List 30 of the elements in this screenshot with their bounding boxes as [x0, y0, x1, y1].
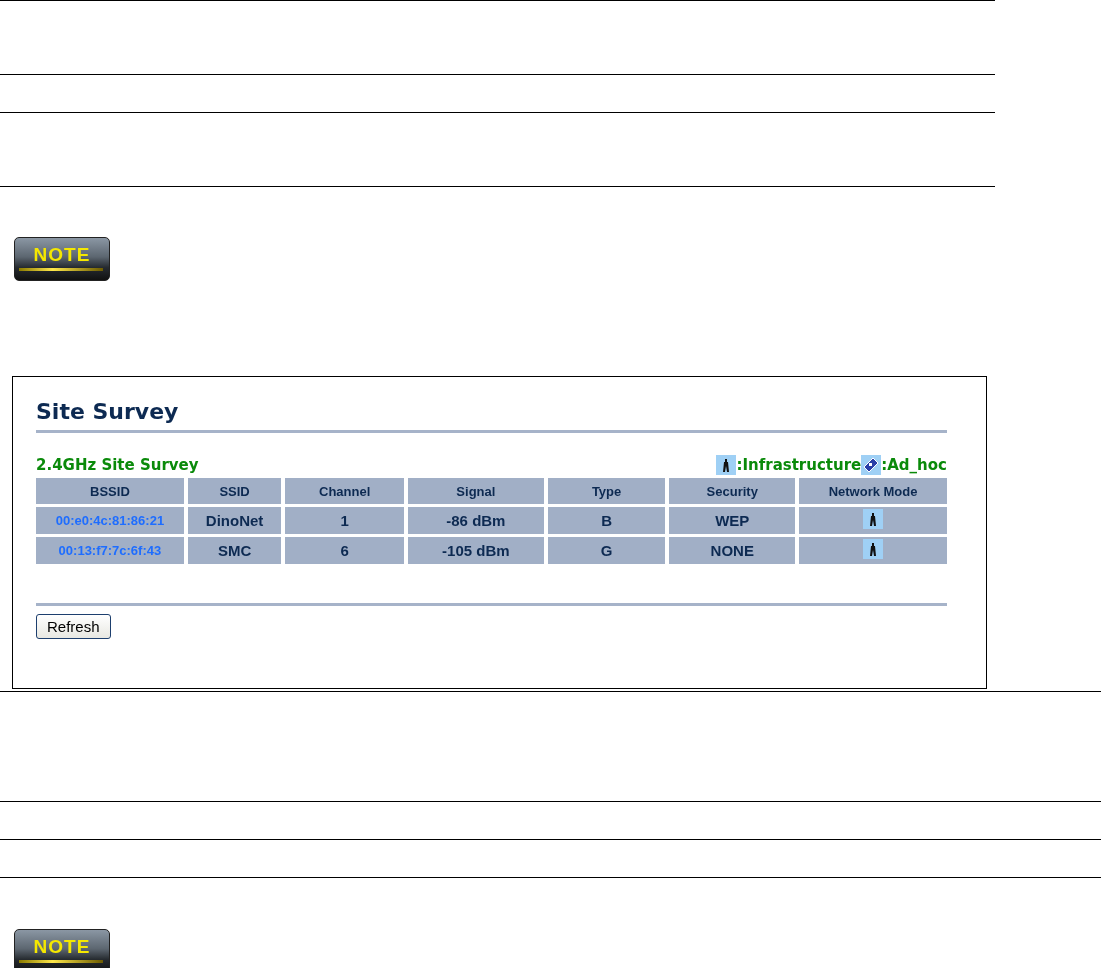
- table-cell: -105 dBm: [408, 537, 544, 564]
- note-badge: NOTE: [14, 929, 110, 968]
- table-cell: SMC: [187, 537, 282, 564]
- column-header: Network Mode: [799, 478, 947, 504]
- bssid-link[interactable]: 00:e0:4c:81:86:21: [36, 507, 184, 534]
- legend-label: :Infrastructure: [736, 456, 862, 474]
- table-cell: G: [547, 537, 666, 564]
- column-header: Type: [547, 478, 666, 504]
- table-cell: DinoNet: [187, 507, 282, 534]
- note-badge: NOTE: [14, 237, 110, 281]
- antenna-icon: [863, 539, 884, 559]
- column-header: Channel: [285, 478, 404, 504]
- page-title: Site Survey: [36, 399, 947, 433]
- legend-label: :Ad_hoc: [881, 456, 947, 474]
- table-cell: WEP: [669, 507, 796, 534]
- column-header: Signal: [408, 478, 544, 504]
- section-title: 2.4GHz Site Survey: [36, 456, 199, 474]
- table-cell: NONE: [669, 537, 796, 564]
- column-header: SSID: [187, 478, 282, 504]
- antenna-icon: [716, 455, 737, 475]
- bssid-link[interactable]: 00:13:f7:7c:6f:43: [36, 537, 184, 564]
- refresh-button[interactable]: Refresh: [36, 614, 111, 639]
- table-cell: B: [547, 507, 666, 534]
- table-cell: -86 dBm: [408, 507, 544, 534]
- table-cell: 1: [285, 507, 404, 534]
- table-cell: 6: [285, 537, 404, 564]
- column-header: BSSID: [36, 478, 184, 504]
- network-card-icon: [861, 455, 882, 475]
- antenna-icon: [863, 509, 884, 529]
- column-header: Security: [669, 478, 796, 504]
